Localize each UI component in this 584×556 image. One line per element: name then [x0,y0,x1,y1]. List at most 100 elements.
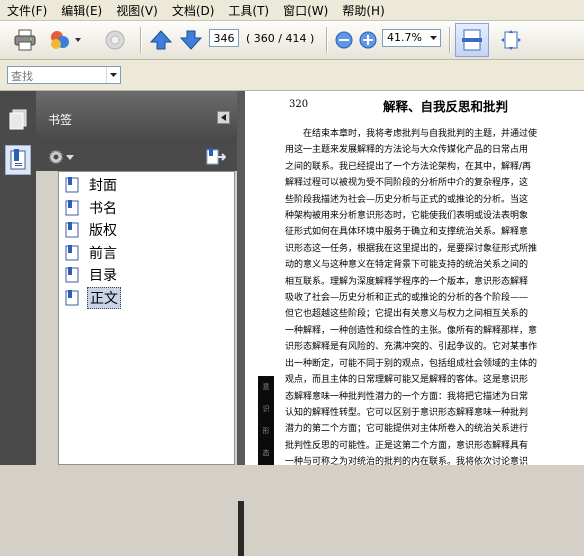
fit-width-button[interactable] [455,23,489,57]
menu-document[interactable]: 文档(D) [165,2,222,19]
bookmark-icon [65,199,79,216]
text-line: 些阶段我描述为社会—历史分析与正式的或推论的分析。当这 [285,194,529,205]
menu-view[interactable]: 视图(V) [109,2,165,19]
arrow-down-icon [180,30,202,50]
next-page-button[interactable] [178,25,204,55]
gear-disabled-icon [105,30,125,50]
bookmark-item[interactable]: 前言 [65,243,119,263]
print-button[interactable] [10,25,40,55]
text-line: 一种与可称之为对统治的批判的内在联系。我将依次讨论意识 [285,457,529,465]
zoom-out-icon [335,31,353,49]
text-line: 观点，而且主体的日常理解可能又是解释的客体。这是意识形 [285,375,529,386]
zoom-select[interactable]: 41.7% [382,29,441,47]
bookmark-label: 书名 [89,200,117,217]
collaborate-button[interactable] [48,25,84,55]
previous-page-button[interactable] [148,25,174,55]
text-line: 识形态这一任务，根据我在这里提出的，是要探讨象征形式所推 [285,243,538,254]
zoom-out-button[interactable] [334,25,354,55]
pages-panel-button[interactable] [5,105,31,135]
chevron-down-icon[interactable] [106,67,120,83]
panel-splitter[interactable] [237,91,245,556]
page-number: 320 [289,99,309,110]
text-line: 征形式如何在具体环境中服务于确立和支撑统治关系。解释意 [285,227,529,238]
text-line: 出一种断定，可能不同于别的观点，包括组成社会领域的主体的 [285,358,538,369]
margin-char: 形 [262,427,270,435]
bookmarks-title: 书签 [48,113,73,127]
collapse-panel-button[interactable] [217,111,230,124]
bookmark-icon [65,244,79,261]
pages-icon [9,109,27,130]
margin-heading-bar: 意识形态 [258,376,274,465]
bookmark-item[interactable]: 版权 [65,220,119,240]
bookmark-label: 版权 [89,223,117,240]
text-line: 之间的联系。我已经提出了一个方法论架构，在其中，解释/再 [285,161,532,172]
text-line: 一种解释，一种创造性和综合性的主张。像所有的解释那样，意 [285,325,538,336]
text-line: 批判性反思的可能性。正是这第二个方面，意识形态解释具有 [285,440,529,451]
text-line: 但它也超越这些阶段；它提出有关意义与权力之间相互关系的 [285,309,529,320]
bookmark-icon [65,267,79,283]
bookmark-item[interactable]: 书名 [65,198,119,218]
bookmark-label: 目录 [89,268,117,285]
expand-bookmark-icon [206,148,227,165]
chevron-down-icon[interactable] [426,30,440,46]
bookmark-icon [65,222,79,238]
text-line: 动的意义与这种意义在特定背景下可能支持的统治关系之间的 [285,260,529,271]
page-heading: 解释、自我反思和批判 [383,99,509,114]
text-line: 潜力的第二个方面；它可能提供对主体所卷入的统治关系进行 [285,424,529,435]
navigation-strip [0,91,36,465]
bookmark-item[interactable]: 目录 [65,265,119,285]
bookmark-icon [65,177,79,193]
margin-char: 识 [262,405,270,413]
fit-page-button[interactable] [496,25,526,55]
body-text: 在结束本章时，我将考虑批判与自我批判的主题，并通过使 用这一主题来发展解释的方法论… [285,126,578,465]
bookmark-icon [65,290,79,306]
text-line: 吸收了社会—历史分析和正式的或推论的分析的各个阶段—— [285,293,529,304]
gear-icon [49,150,63,164]
text-line: 态解释意味一种批判性潜力的一个方面：我将把它描述为日常 [285,391,529,402]
menu-window[interactable]: 窗口(W) [276,2,335,19]
bookmarks-panel-button[interactable] [5,145,31,175]
find-placeholder: 查找 [11,70,33,83]
find-toolbar: 查找 [0,60,584,91]
bookmarks-toolbar [36,143,237,171]
bookmark-item[interactable]: 封面 [65,175,119,195]
margin-char: 意 [262,383,270,391]
bookmark-page-icon [10,149,26,170]
collaborate-icon [51,31,81,49]
menu-edit[interactable]: 编辑(E) [54,2,109,19]
bookmark-label: 封面 [89,178,117,194]
menu-help[interactable]: 帮助(H) [335,2,391,19]
chevron-down-icon [66,154,74,160]
document-view[interactable]: 320 解释、自我反思和批判 在结束本章时，我将考虑批判与自我批判的主题，并通过… [245,91,584,465]
find-input[interactable]: 查找 [7,66,121,84]
text-line: 在结束本章时，我将考虑批判与自我批判的主题，并通过使 [285,129,538,139]
margin-char: 态 [262,449,270,457]
fit-page-icon [501,30,521,50]
zoom-value: 41.7% [387,31,422,44]
bookmark-label: 正文 [87,287,121,309]
bookmark-item[interactable]: 正文 [65,287,121,309]
zoom-in-button[interactable] [358,25,378,55]
splitter-grip[interactable] [238,501,244,556]
menu-bar: 文件(F) 编辑(E) 视图(V) 文档(D) 工具(T) 窗口(W) 帮助(H… [0,0,584,21]
text-line: 识形态解释是有风险的、充满冲突的、引起争议的。它对某事作 [285,342,538,353]
options-button[interactable] [48,149,74,165]
attach-button[interactable] [100,25,130,55]
text-line: 相互联系。理解为深度解释学程序的一个版本，意识形态解释 [285,276,529,287]
page-count: ( 360 / 414 ) [246,32,315,45]
printer-icon [14,29,36,51]
page-number-input[interactable] [209,29,239,47]
fit-width-icon [462,29,482,51]
text-line: 认知的解释性转型。它可以区别于意识形态解释意味一种批判 [285,407,529,418]
zoom-in-icon [359,31,377,49]
menu-file[interactable]: 文件(F) [0,2,54,19]
expand-bookmark-button[interactable] [206,148,227,169]
arrow-up-icon [150,30,172,50]
triangle-left-icon [221,114,226,121]
text-line: 种架构被用来分析意识形态时，它能使我们表明或设法表明象 [285,211,529,222]
bookmark-tree: 封面书名版权前言目录正文 [58,171,235,465]
menu-tools[interactable]: 工具(T) [221,2,276,19]
bookmarks-panel-header: 书签 [36,91,237,143]
text-line: 解释过程可以被视为受不同阶段的分析所中介的复杂程序，这 [285,178,529,189]
bookmark-label: 前言 [89,245,117,262]
